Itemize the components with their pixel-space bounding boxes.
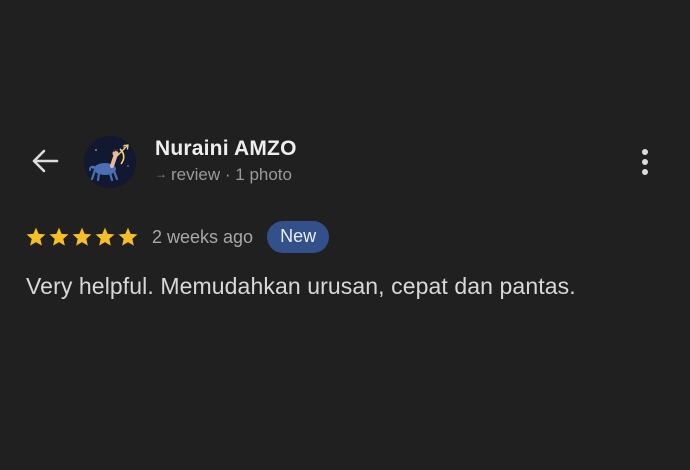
photo-count: 1 photo bbox=[235, 165, 292, 184]
meta-separator: · bbox=[224, 165, 231, 184]
rating-row: 2 weeks ago New bbox=[25, 221, 330, 253]
review-time: 2 weeks ago bbox=[152, 226, 254, 247]
more-options-button[interactable] bbox=[630, 144, 660, 180]
star-icon bbox=[72, 227, 92, 246]
back-button[interactable] bbox=[26, 146, 64, 176]
sagittarius-avatar-icon bbox=[84, 136, 136, 188]
review-count: → bbox=[155, 167, 167, 181]
review-header: Nuraini AMZO → review · 1 photo bbox=[0, 130, 690, 192]
star-icon bbox=[95, 227, 115, 246]
new-badge: New bbox=[267, 221, 330, 253]
arrow-back-icon bbox=[32, 149, 59, 173]
more-vertical-icon-dot bbox=[642, 159, 648, 165]
reviewer-meta: → review · 1 photo bbox=[155, 165, 292, 185]
more-vertical-icon-dot bbox=[642, 169, 648, 175]
review-count-label: review bbox=[171, 165, 221, 184]
star-icon bbox=[118, 227, 138, 246]
avatar[interactable] bbox=[84, 136, 136, 188]
more-vertical-icon bbox=[642, 149, 648, 155]
star-icon bbox=[26, 227, 46, 246]
review-text: Very helpful. Memudahkan urusan, cepat d… bbox=[26, 273, 576, 299]
star-rating bbox=[25, 226, 139, 248]
star-icon bbox=[49, 227, 69, 246]
reviewer-name[interactable]: Nuraini AMZO bbox=[155, 137, 297, 161]
